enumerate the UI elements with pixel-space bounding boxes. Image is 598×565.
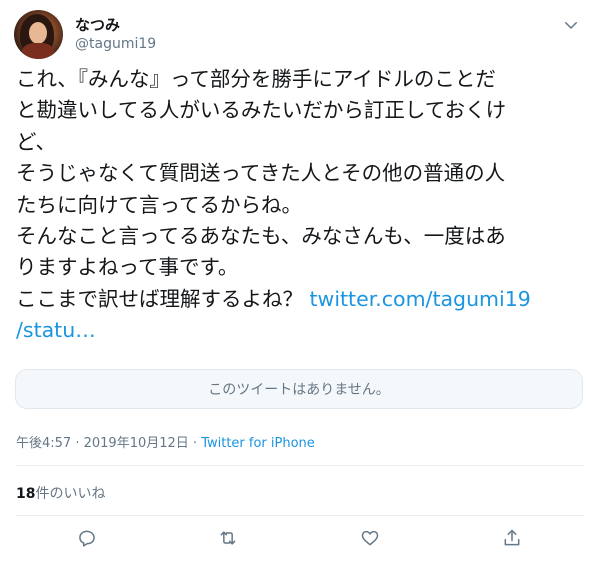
tweet-line: これ、『みんな』って部分を勝手にアイドルのことだ [16, 67, 496, 91]
tweet-line: そんなこと言ってるあなたも、みなさんも、一度はあ [16, 224, 506, 249]
divider [16, 465, 584, 466]
tweet-date[interactable]: 2019年10月12日 [84, 436, 189, 451]
share-icon[interactable] [502, 528, 526, 552]
avatar[interactable] [14, 10, 63, 59]
tweet-time[interactable]: 午後4:57 [16, 436, 71, 451]
tweet-link-continued[interactable]: /statu… [16, 318, 96, 342]
tweet-line: そうじゃなくて質問送ってきた人とその他の普通の人 [16, 161, 506, 186]
display-name[interactable]: なつみ [75, 14, 120, 35]
likes-number: 18 [16, 486, 36, 502]
tweet-line: と勘違いしてる人がいるみたいだから訂正しておくけ [16, 98, 507, 123]
tweet-line: ど、 [16, 129, 56, 154]
heart-icon[interactable] [360, 528, 384, 552]
user-handle[interactable]: @tagumi19 [75, 36, 156, 52]
tweet-actions [0, 528, 598, 554]
tweet-source[interactable]: Twitter for iPhone [201, 436, 315, 451]
tweet-line: たちに向けて言ってるからね。 [16, 192, 302, 217]
tweet-meta: 午後4:57 · 2019年10月12日 · Twitter for iPhon… [16, 432, 315, 451]
tweet-link[interactable]: twitter.com/tagumi19 [310, 287, 531, 311]
tweet-text: これ、『みんな』って部分を勝手にアイドルのことだ と勘違いしてる人がいるみたいだ… [16, 64, 586, 347]
tweet-line: ここまで訳せば理解するよね？ [16, 286, 310, 311]
tweet-line: りますよねって事です。 [16, 255, 239, 280]
quote-unavailable-text: このツイートはありません。 [208, 382, 390, 398]
tweet-header: なつみ @tagumi19 [14, 10, 584, 60]
likes-count[interactable]: 18件のいいね [16, 483, 105, 503]
quoted-tweet-unavailable: このツイートはありません。 [15, 369, 583, 409]
likes-label: 件のいいね [35, 486, 106, 502]
chevron-down-icon[interactable] [562, 16, 580, 34]
reply-icon[interactable] [77, 528, 101, 552]
meta-separator: · [188, 436, 202, 451]
divider [16, 515, 584, 516]
meta-separator: · [71, 436, 84, 451]
retweet-icon[interactable] [218, 528, 242, 552]
